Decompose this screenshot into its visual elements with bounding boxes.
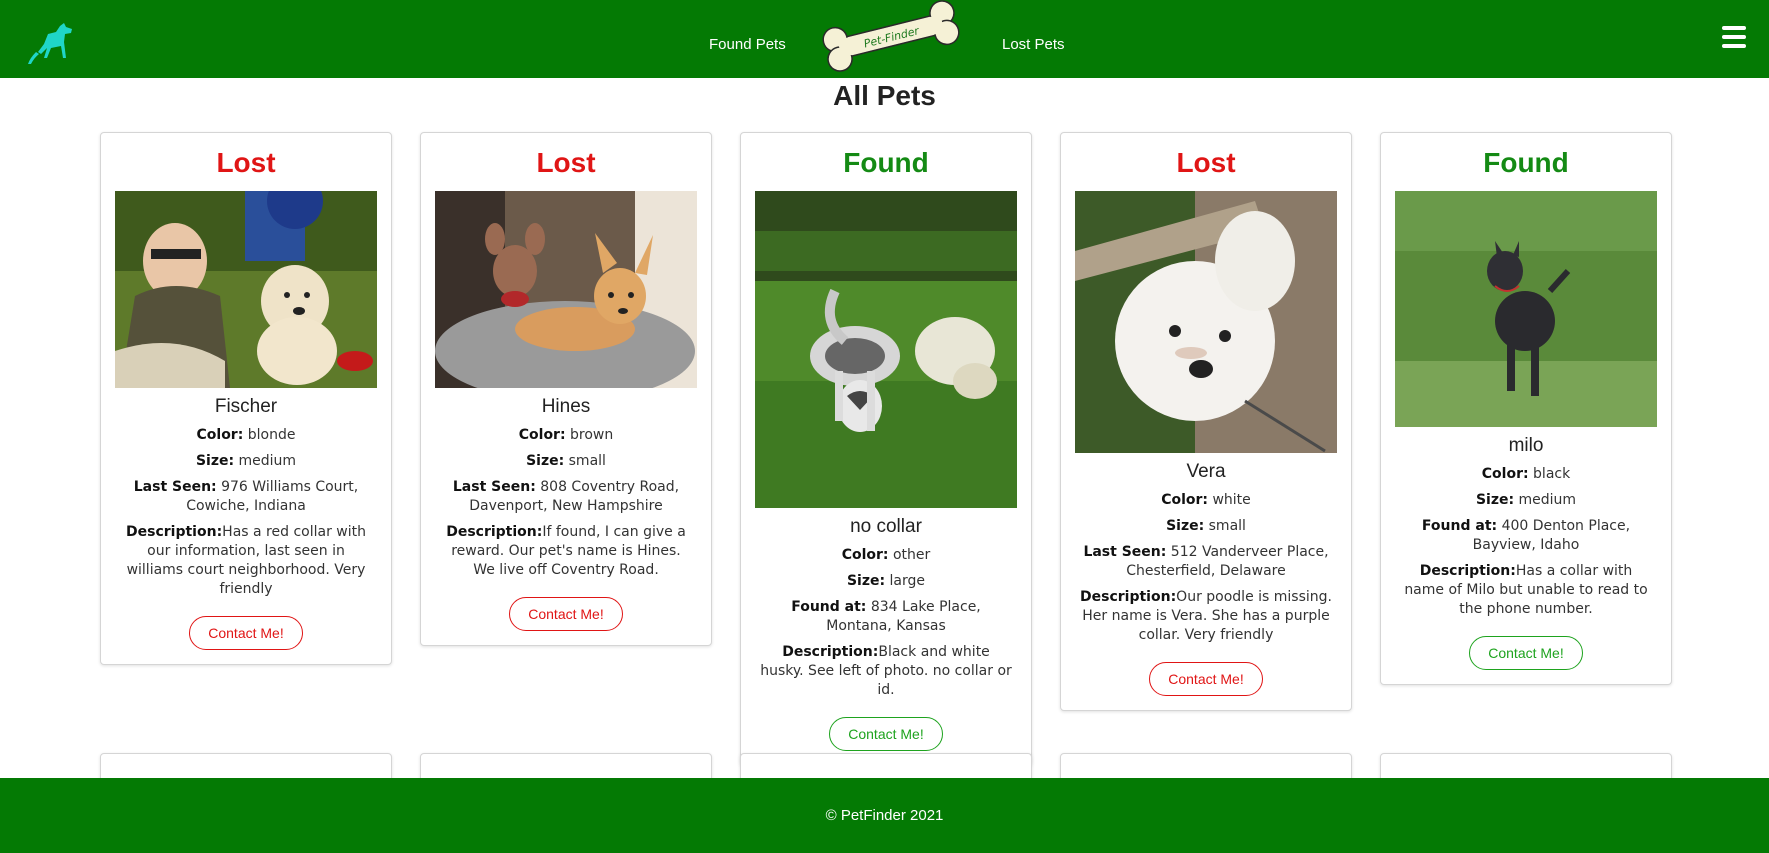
status-label: Lost bbox=[1176, 147, 1236, 178]
pet-photo bbox=[435, 191, 697, 388]
pet-description: Description:If found, I can give a rewar… bbox=[446, 524, 686, 578]
nav-found-pets-link[interactable]: Found Pets bbox=[709, 36, 786, 53]
status-label: Lost bbox=[536, 147, 596, 178]
pet-description: Description:Black and white husky. See l… bbox=[760, 644, 1012, 698]
dog-logo-icon[interactable] bbox=[26, 22, 76, 66]
pet-card-milo: Found milo Color: black Size: medium Fou… bbox=[1380, 132, 1672, 685]
pet-color: Color: white bbox=[1161, 492, 1251, 508]
pet-card-no-collar: Found no collar Color: other Size: large… bbox=[740, 132, 1032, 766]
pet-location: Last Seen: 808 Coventry Road, Davenport,… bbox=[452, 479, 680, 514]
pet-card-vera: Lost Vera Color: white Size: small Last … bbox=[1060, 132, 1352, 711]
pet-photo bbox=[755, 191, 1017, 508]
pet-description: Description:Our poodle is missing. Her n… bbox=[1080, 589, 1332, 643]
pet-location: Last Seen: 976 Williams Court, Cowiche, … bbox=[133, 479, 359, 514]
pet-photo bbox=[1395, 191, 1657, 427]
pet-size: Size: medium bbox=[195, 453, 297, 469]
pet-color: Color: blonde bbox=[196, 427, 296, 443]
pet-size: Size: small bbox=[1166, 518, 1246, 534]
pet-photo bbox=[1075, 191, 1337, 453]
status-label: Found bbox=[1483, 147, 1569, 178]
status-label: Found bbox=[843, 147, 929, 178]
contact-me-button[interactable]: Contact Me! bbox=[509, 597, 623, 631]
pet-size: Size: small bbox=[526, 453, 606, 469]
pet-size: Size: medium bbox=[1475, 492, 1577, 508]
contact-me-button[interactable]: Contact Me! bbox=[189, 616, 303, 650]
pet-description: Description:Has a collar with name of Mi… bbox=[1404, 563, 1648, 617]
pet-name: no collar bbox=[850, 516, 922, 537]
contact-me-button[interactable]: Contact Me! bbox=[1149, 662, 1263, 696]
pet-color: Color: other bbox=[841, 547, 931, 563]
pet-name: Vera bbox=[1186, 461, 1226, 482]
nav-lost-pets-link[interactable]: Lost Pets bbox=[1002, 36, 1065, 53]
menu-hamburger-icon[interactable] bbox=[1722, 26, 1746, 48]
pet-card-fischer: Lost Fischer Color: blonde Size: medium … bbox=[100, 132, 392, 665]
pet-location: Last Seen: 512 Vanderveer Place, Chester… bbox=[1083, 544, 1329, 579]
contact-me-button[interactable]: Contact Me! bbox=[829, 717, 943, 751]
petfinder-bone-logo[interactable]: Pet-Finder bbox=[816, 0, 966, 72]
pet-color: Color: black bbox=[1481, 466, 1571, 482]
pet-name: Fischer bbox=[214, 396, 278, 417]
pet-color: Color: brown bbox=[518, 427, 614, 443]
page-title: All Pets bbox=[833, 80, 936, 111]
copyright-text: © PetFinder 2021 bbox=[825, 807, 944, 824]
contact-me-button[interactable]: Contact Me! bbox=[1469, 636, 1583, 670]
status-label: Lost bbox=[216, 147, 276, 178]
pet-photo bbox=[115, 191, 377, 388]
pet-card-hines: Lost Hines Color: brown Size: small Last… bbox=[420, 132, 712, 646]
pet-location: Found at: 400 Denton Place, Bayview, Ida… bbox=[1421, 518, 1631, 553]
pet-name: Hines bbox=[541, 396, 591, 417]
pet-location: Found at: 834 Lake Place, Montana, Kansa… bbox=[791, 599, 981, 634]
top-navbar: Found Pets Pet-Finder Lost Pets bbox=[0, 0, 1769, 78]
pet-size: Size: large bbox=[846, 573, 926, 589]
pet-name: milo bbox=[1508, 435, 1544, 456]
page-footer: © PetFinder 2021 bbox=[0, 778, 1769, 853]
pet-description: Description:Has a red collar with our in… bbox=[126, 524, 366, 597]
